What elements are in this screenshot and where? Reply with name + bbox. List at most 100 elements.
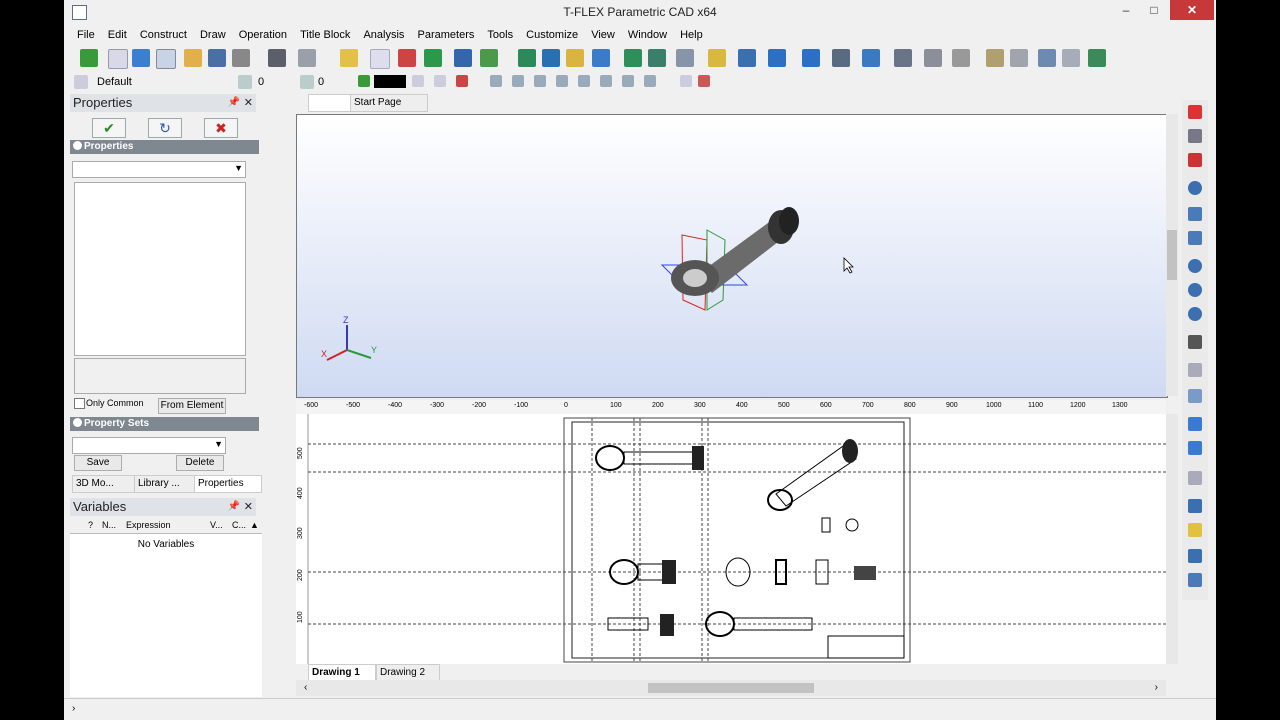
pin-icon[interactable]: 📌	[228, 498, 240, 516]
shaded-view-tool[interactable]	[1184, 520, 1206, 540]
menu-construct[interactable]: Construct	[135, 26, 192, 44]
3d-vertical-scrollbar[interactable]	[1166, 114, 1178, 396]
window-layout-icon[interactable]	[1088, 49, 1106, 67]
snap-line-icon[interactable]	[534, 75, 546, 87]
snap-magnet-tool[interactable]	[1184, 150, 1206, 170]
point-icon[interactable]	[398, 49, 416, 67]
new-drawing-icon[interactable]	[156, 49, 176, 69]
zoom-tool[interactable]	[1184, 178, 1206, 198]
pin-tool[interactable]	[1184, 126, 1206, 146]
column-name[interactable]: N...	[102, 517, 116, 533]
level-value[interactable]: 0	[258, 76, 264, 88]
new-3d-model-icon[interactable]	[132, 49, 150, 67]
workplane-icon[interactable]	[370, 49, 390, 69]
cube-view-tool[interactable]	[1184, 496, 1206, 516]
filter-icon[interactable]	[412, 75, 424, 87]
zoom-previous-tool[interactable]	[1184, 304, 1206, 324]
filter-clear-icon[interactable]	[434, 75, 446, 87]
boolean-icon[interactable]	[566, 49, 584, 67]
rotate-icon[interactable]	[542, 49, 560, 67]
only-common-checkbox[interactable]	[74, 398, 85, 409]
priority-value[interactable]: 0	[318, 76, 324, 88]
tab-start-page[interactable]: Start Page	[350, 94, 428, 112]
array-icon[interactable]	[862, 49, 880, 67]
tab-library[interactable]: Library ...	[134, 475, 198, 493]
zoom-window-tool[interactable]	[1184, 228, 1206, 248]
menu-customize[interactable]: Customize	[521, 26, 583, 44]
measure-icon[interactable]	[924, 49, 942, 67]
drawing-horizontal-scrollbar[interactable]: ‹ ›	[296, 680, 1166, 696]
delete-set-button[interactable]: Delete	[176, 455, 224, 471]
column-sort[interactable]: ▲	[250, 517, 259, 533]
view-3d-icon[interactable]	[680, 75, 692, 87]
scroll-thumb[interactable]	[648, 683, 814, 693]
options-icon[interactable]	[1062, 49, 1080, 67]
draft-icon[interactable]	[832, 49, 850, 67]
menu-help[interactable]: Help	[675, 26, 708, 44]
property-sets-section-header[interactable]: Property Sets	[70, 417, 259, 431]
save-set-button[interactable]: Save	[74, 455, 122, 471]
save-file-icon[interactable]	[208, 49, 226, 67]
render-tool[interactable]	[1184, 546, 1206, 566]
cube-green-icon[interactable]	[424, 49, 442, 67]
2d-drawing-area[interactable]: 500 400 300 200 100	[296, 414, 1166, 664]
priority-icon[interactable]	[300, 75, 314, 89]
snap-dimension-icon[interactable]	[622, 75, 634, 87]
cancel-button[interactable]: ✖	[204, 118, 238, 138]
column-value[interactable]: V...	[210, 517, 223, 533]
properties-section-header[interactable]: Properties	[70, 140, 259, 154]
menu-analysis[interactable]: Analysis	[358, 26, 409, 44]
snap-hatch-icon[interactable]	[644, 75, 656, 87]
new-document-icon[interactable]	[108, 49, 128, 69]
ok-button[interactable]: ✔	[92, 118, 126, 138]
sweep-icon[interactable]	[624, 49, 642, 67]
report-icon[interactable]	[1010, 49, 1028, 67]
menu-tools[interactable]: Tools	[482, 26, 518, 44]
properties-list[interactable]	[74, 182, 246, 356]
open-file-icon[interactable]	[184, 49, 202, 67]
column-help[interactable]: ?	[88, 517, 93, 533]
lcs-icon[interactable]	[480, 49, 498, 67]
column-expression[interactable]: Expression	[126, 517, 171, 533]
dimension-icon[interactable]	[952, 49, 970, 67]
layers-tool[interactable]	[1184, 360, 1206, 380]
page-icon[interactable]	[698, 75, 710, 87]
pipe-icon[interactable]	[648, 49, 666, 67]
axis-icon[interactable]	[454, 49, 472, 67]
menu-operation[interactable]: Operation	[234, 26, 292, 44]
from-element-button[interactable]: From Element	[158, 398, 226, 414]
grid-tool[interactable]	[1184, 386, 1206, 406]
menu-view[interactable]: View	[586, 26, 620, 44]
chamfer-icon[interactable]	[738, 49, 756, 67]
snap-icon[interactable]	[490, 75, 502, 87]
properties-combo[interactable]: ▼	[72, 161, 246, 178]
color-swatch[interactable]	[374, 75, 406, 88]
minimize-button[interactable]: –	[1112, 0, 1140, 20]
assembly-icon[interactable]	[894, 49, 912, 67]
redo-icon[interactable]	[298, 49, 316, 67]
extrude-icon[interactable]	[518, 49, 536, 67]
shell-icon[interactable]	[768, 49, 786, 67]
menu-draw[interactable]: Draw	[195, 26, 231, 44]
pin-icon[interactable]: 📌	[228, 94, 240, 112]
link-icon[interactable]	[1038, 49, 1056, 67]
selector-icon[interactable]	[456, 75, 468, 87]
print-icon[interactable]	[232, 49, 250, 67]
window-tool[interactable]	[1184, 570, 1206, 590]
magnet-tool[interactable]	[1184, 102, 1206, 122]
level-icon[interactable]	[238, 75, 252, 89]
panel-close-icon[interactable]: ✕	[244, 498, 253, 516]
menu-file[interactable]: File	[72, 26, 100, 44]
section-tool[interactable]	[1184, 468, 1206, 488]
thicken-icon[interactable]	[802, 49, 820, 67]
undo-icon[interactable]	[268, 49, 286, 67]
snap-circle-icon[interactable]	[556, 75, 568, 87]
3d-viewport[interactable]: Z X Y	[296, 114, 1168, 398]
sheet-metal-icon[interactable]	[986, 49, 1004, 67]
refresh-button[interactable]: ↻	[148, 118, 182, 138]
confirm-tool-icon[interactable]	[80, 49, 98, 67]
menu-edit[interactable]: Edit	[103, 26, 132, 44]
tab-properties[interactable]: Properties	[194, 475, 262, 493]
zoom-extents-tool[interactable]	[1184, 204, 1206, 224]
color-picker-icon[interactable]	[358, 75, 370, 87]
